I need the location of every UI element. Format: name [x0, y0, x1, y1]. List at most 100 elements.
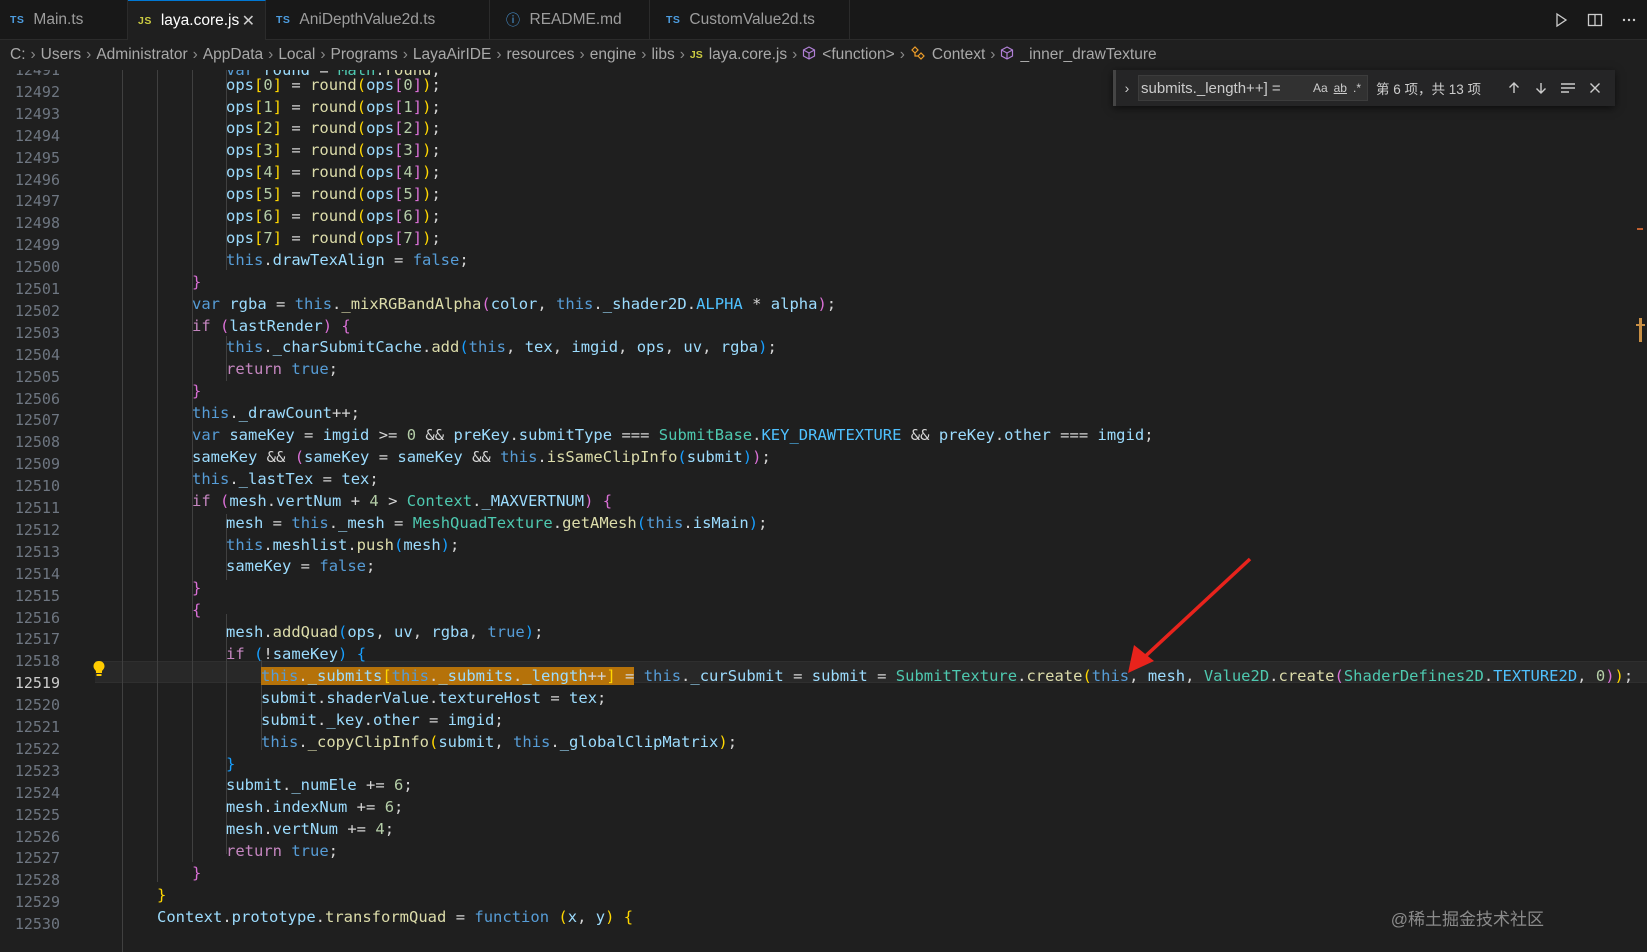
code-line: }	[192, 864, 202, 882]
line-number: 12502	[14, 301, 60, 320]
javascript-file-icon: JS	[138, 14, 152, 27]
breadcrumb-file[interactable]: laya.core.js	[709, 46, 787, 64]
code-line: mesh.addQuad(ops, uv, rgba, true);	[226, 623, 544, 642]
tab-label: README.md	[529, 11, 622, 28]
code-line: ops[5] = round(ops[5]);	[226, 185, 441, 204]
tab-laya-core-js[interactable]: JS laya.core.js ✕	[128, 0, 266, 40]
breadcrumb-item[interactable]: AppData	[203, 46, 263, 64]
typescript-file-icon: TS	[10, 14, 25, 26]
more-icon[interactable]	[1619, 10, 1639, 30]
code-line: return true;	[226, 842, 339, 861]
run-icon[interactable]	[1551, 10, 1571, 30]
code-line: this._charSubmitCache.add(this, tex, img…	[226, 338, 777, 357]
code-line: ops[3] = round(ops[3]);	[226, 141, 441, 160]
line-number: 12494	[14, 126, 60, 145]
line-number-gutter: 12491 12492 12493 12494 12495 12496 12497 12498…	[0, 70, 90, 952]
breadcrumb-item[interactable]: resources	[506, 46, 574, 64]
breadcrumb-separator: ›	[641, 46, 647, 63]
tab-customvalue2d-ts[interactable]: TS CustomValue2d.ts	[650, 0, 850, 40]
breadcrumb-item[interactable]: engine	[590, 46, 637, 64]
close-icon[interactable]: ✕	[242, 11, 255, 31]
tab-label: AniDepthValue2d.ts	[299, 11, 436, 28]
match-whole-word-icon[interactable]: ab	[1334, 81, 1347, 95]
code-line: ops[2] = round(ops[2]);	[226, 119, 441, 138]
code-line: submit.shaderValue.textureHost = tex;	[261, 688, 607, 707]
line-number: 12515	[14, 586, 60, 605]
find-in-selection-icon[interactable]	[1557, 77, 1579, 99]
code-line: sameKey && (sameKey = sameKey && this.is…	[192, 447, 771, 466]
cube-icon	[802, 45, 816, 65]
code-line: this._submits[this._submits._length++] =…	[261, 666, 1634, 685]
breadcrumb-class[interactable]: Context	[932, 46, 985, 64]
line-number: 12498	[14, 214, 60, 233]
breadcrumb-item[interactable]: libs	[651, 46, 674, 64]
tab-anidepthvalue2d-ts[interactable]: TS AniDepthValue2d.ts	[266, 0, 490, 40]
code-line: submit._key.other = imgid;	[261, 710, 504, 729]
find-widget: › submits._length++] = Aa ab .* 第 6 项，共 …	[1113, 70, 1615, 106]
code-line: }	[192, 382, 202, 401]
close-icon[interactable]	[1584, 77, 1606, 99]
breadcrumb-separator: ›	[792, 46, 798, 63]
tab-main-ts[interactable]: TS Main.ts	[0, 0, 128, 40]
overview-ruler-marker	[1637, 228, 1643, 230]
code-line: Context.prototype.transformQuad = functi…	[157, 907, 634, 926]
breadcrumb-separator: ›	[899, 46, 905, 63]
breadcrumb-item[interactable]: LayaAirIDE	[413, 46, 491, 64]
toggle-replace-icon[interactable]: ›	[1116, 80, 1138, 96]
breadcrumb-separator: ›	[86, 46, 92, 63]
breadcrumb-item[interactable]: Local	[278, 46, 315, 64]
line-number: 12523	[14, 761, 60, 780]
match-case-icon[interactable]: Aa	[1313, 81, 1328, 95]
lightbulb-icon[interactable]	[92, 660, 106, 683]
line-number: 12524	[14, 783, 60, 802]
code-area[interactable]: var round = Math.round; ops[0] = round(o…	[95, 70, 1647, 952]
code-line: this._drawCount++;	[192, 404, 360, 423]
breadcrumb-item[interactable]: Users	[41, 46, 81, 64]
line-number: 12499	[14, 236, 60, 255]
code-line: if (!sameKey) {	[226, 645, 367, 663]
line-number: 12527	[14, 849, 60, 868]
tab-label: CustomValue2d.ts	[689, 11, 815, 28]
code-line: mesh = this._mesh = MeshQuadTexture.getA…	[226, 513, 768, 532]
breadcrumb-separator: ›	[679, 46, 685, 63]
typescript-file-icon: TS	[666, 14, 681, 26]
find-options: Aa ab .*	[1313, 81, 1365, 95]
breadcrumb-item[interactable]: Administrator	[96, 46, 187, 64]
line-number: 12518	[14, 652, 60, 671]
line-number: 12520	[14, 696, 60, 715]
line-number: 12506	[14, 389, 60, 408]
line-number: 12497	[14, 192, 60, 211]
breadcrumb: C: › Users › Administrator › AppData › Local…	[0, 40, 1647, 70]
code-line: if (mesh.vertNum + 4 > Context._MAXVERTN…	[192, 491, 613, 510]
line-number: 12517	[14, 630, 60, 649]
line-number: 12511	[14, 499, 60, 517]
breadcrumb-item[interactable]: C:	[10, 46, 26, 64]
overview-ruler-marker	[1636, 318, 1645, 342]
arrow-up-icon[interactable]	[1503, 77, 1525, 99]
breadcrumb-function[interactable]: <function>	[822, 46, 894, 64]
code-line: ops[4] = round(ops[4]);	[226, 163, 441, 182]
line-number: 12513	[14, 542, 60, 561]
code-line: if (lastRender) {	[192, 316, 351, 335]
line-number: 12514	[14, 564, 60, 583]
code-editor[interactable]: 12491 12492 12493 12494 12495 12496 12497 12498…	[0, 70, 1647, 952]
line-number: 12495	[14, 148, 60, 167]
annotation-arrow	[1128, 557, 1252, 673]
breadcrumb-item[interactable]: Programs	[331, 46, 398, 64]
line-number: 12507	[14, 411, 60, 430]
use-regex-icon[interactable]: .*	[1353, 81, 1361, 95]
code-line: }	[192, 579, 202, 598]
split-editor-icon[interactable]	[1585, 10, 1605, 30]
tab-label: Main.ts	[33, 11, 84, 28]
tab-readme-md[interactable]: ⓘ README.md	[490, 0, 650, 40]
line-number: 12493	[14, 104, 60, 123]
arrow-down-icon[interactable]	[1530, 77, 1552, 99]
find-input[interactable]: submits._length++] = Aa ab .*	[1138, 75, 1368, 101]
line-number: 12504	[14, 345, 60, 364]
code-line: this.drawTexAlign = false;	[226, 250, 469, 269]
line-number: 12529	[14, 893, 60, 912]
breadcrumb-separator: ›	[320, 46, 326, 63]
code-line: sameKey = false;	[226, 557, 376, 576]
code-line: ops[6] = round(ops[6]);	[226, 207, 441, 225]
breadcrumb-method[interactable]: _inner_drawTexture	[1020, 46, 1156, 64]
